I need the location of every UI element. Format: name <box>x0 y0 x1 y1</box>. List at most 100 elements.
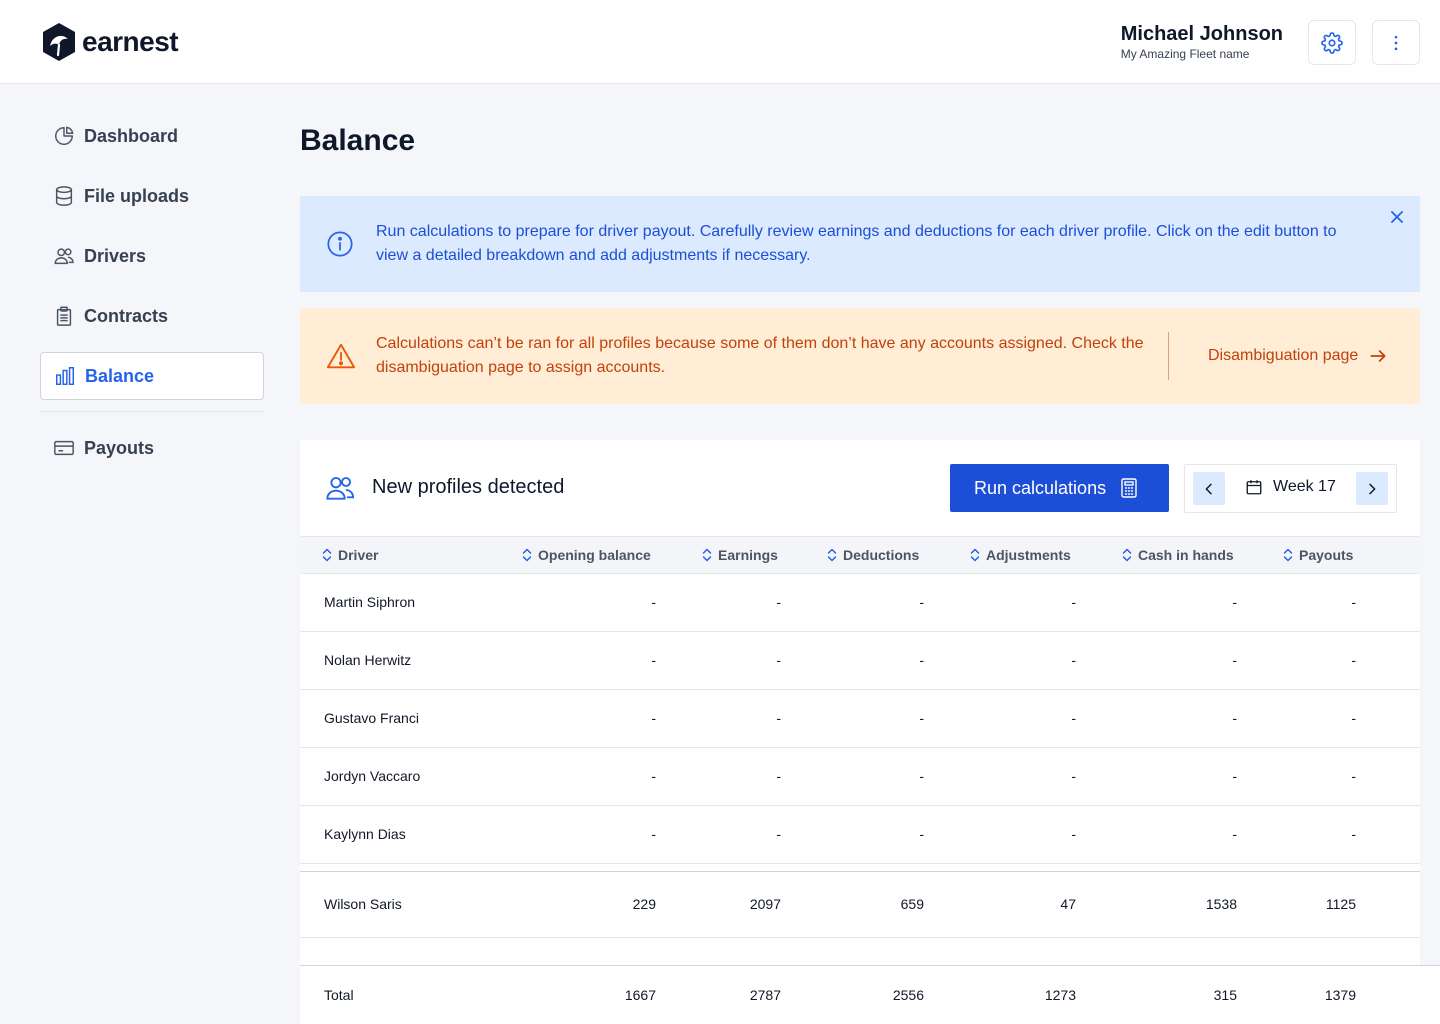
week-selector: Week 17 <box>1184 464 1397 513</box>
driver-name-cell: Kaylynn Dias <box>324 826 406 842</box>
sidebar-item-label: Payouts <box>84 437 155 458</box>
next-week-button[interactable] <box>1356 472 1388 505</box>
week-text: Week 17 <box>1273 478 1336 495</box>
sidebar-item-dashboard[interactable]: Dashboard <box>40 112 264 160</box>
table-row[interactable]: Nolan Herwitz - - - - - - <box>300 632 1420 690</box>
value-cell: - <box>919 710 924 726</box>
clipboard-icon <box>52 304 76 328</box>
column-header-label: Adjustments <box>986 547 1071 563</box>
value-cell: 229 <box>632 896 656 912</box>
sidebar-item-label: File uploads <box>84 185 190 206</box>
sort-icon <box>522 548 532 562</box>
run-calculations-label: Run calculations <box>974 477 1107 498</box>
previous-week-button[interactable] <box>1193 472 1225 505</box>
sidebar-item-label: Contracts <box>84 305 169 326</box>
value-cell: - <box>1351 768 1356 784</box>
value-cell: - <box>1351 826 1356 842</box>
value-cell: 659 <box>900 896 924 912</box>
value-cell: - <box>1071 652 1076 668</box>
sidebar-divider <box>40 411 264 412</box>
value-cell: - <box>1232 594 1237 610</box>
value-cell: 47 <box>1060 896 1076 912</box>
column-header[interactable]: Deductions <box>827 537 919 573</box>
value-cell: - <box>776 652 781 668</box>
brand-name: earnest <box>82 26 179 57</box>
table-row[interactable]: Kaylynn Dias - - - - - - <box>300 806 1420 864</box>
column-header[interactable]: Earnings <box>702 537 778 573</box>
disambiguation-link[interactable]: Disambiguation page <box>1208 344 1388 368</box>
sidebar-item-label: Dashboard <box>84 125 179 146</box>
pie-chart-icon <box>52 124 76 148</box>
sidebar-item-payouts[interactable]: Payouts <box>40 424 264 472</box>
column-header[interactable]: Payouts <box>1283 537 1353 573</box>
value-cell: - <box>919 594 924 610</box>
column-header[interactable]: Adjustments <box>970 537 1071 573</box>
value-cell: 2097 <box>749 896 781 912</box>
column-header[interactable]: Driver <box>322 537 378 573</box>
sidebar-item-label: Drivers <box>84 245 147 266</box>
column-header[interactable]: Opening balance <box>522 537 651 573</box>
brand-logo[interactable]: earnest <box>40 21 179 63</box>
table-row[interactable]: Wilson Saris 229 2097 659 47 1538 1125 <box>300 872 1420 938</box>
total-value: 2556 <box>892 987 924 1003</box>
value-cell: - <box>776 826 781 842</box>
column-header-label: Cash in hands <box>1138 547 1234 563</box>
card-title: New profiles detected <box>372 476 565 498</box>
sidebar-item-label: Balance <box>85 365 155 386</box>
table-row[interactable]: Jordyn Vaccaro - - - - - - <box>300 748 1420 806</box>
database-icon <box>52 184 76 208</box>
value-cell: - <box>651 826 656 842</box>
value-cell: - <box>1351 594 1356 610</box>
arrow-right-icon <box>1370 350 1386 362</box>
total-value: 1667 <box>624 987 656 1003</box>
total-value: 1273 <box>1044 987 1076 1003</box>
chevron-left-icon <box>1205 483 1212 494</box>
table-row[interactable]: Martin Siphron - - - - - - <box>300 574 1420 632</box>
users-icon <box>52 244 76 268</box>
gear-icon <box>1321 31 1343 54</box>
info-icon <box>326 230 354 263</box>
column-header-label: Driver <box>338 547 379 563</box>
fleet-name: My Amazing Fleet name <box>1120 47 1250 61</box>
driver-name-cell: Wilson Saris <box>324 896 402 912</box>
value-cell: - <box>1232 768 1237 784</box>
table-total-row: Total 1667 2787 2556 1273 315 1379 <box>300 965 1440 1024</box>
sidebar-item-file-uploads[interactable]: File uploads <box>40 172 264 220</box>
close-icon[interactable] <box>1390 210 1406 226</box>
column-header-label: Deductions <box>843 547 920 563</box>
sort-icon <box>702 548 712 562</box>
value-cell: - <box>651 594 656 610</box>
value-cell: - <box>651 768 656 784</box>
column-header-label: Payouts <box>1299 547 1354 563</box>
disambiguation-link-label: Disambiguation page <box>1208 347 1359 364</box>
user-name: Michael Johnson <box>1120 23 1283 45</box>
value-cell: - <box>1351 710 1356 726</box>
sidebar-item-balance[interactable]: Balance <box>40 352 264 400</box>
settings-button[interactable] <box>1308 20 1356 65</box>
bar-chart-icon <box>53 364 77 388</box>
value-cell: - <box>1351 652 1356 668</box>
page-title: Balance <box>300 124 416 157</box>
value-cell: - <box>1071 710 1076 726</box>
table-row[interactable]: Gustavo Franci - - - - - - <box>300 690 1420 748</box>
warning-divider <box>1168 332 1169 380</box>
sidebar-item-drivers[interactable]: Drivers <box>40 232 264 280</box>
total-label: Total <box>324 987 354 1003</box>
value-cell: - <box>919 826 924 842</box>
warning-icon <box>326 342 356 375</box>
sidebar-nav: Dashboard File uploads Drivers Contracts… <box>40 112 264 484</box>
value-cell: - <box>1071 768 1076 784</box>
value-cell: - <box>1232 710 1237 726</box>
run-calculations-button[interactable]: Run calculations <box>950 464 1169 512</box>
sidebar-item-contracts[interactable]: Contracts <box>40 292 264 340</box>
week-label[interactable]: Week 17 <box>1245 478 1336 496</box>
balance-card: New profiles detected Run calculations W… <box>300 440 1420 1024</box>
total-value: 315 <box>1213 987 1237 1003</box>
value-cell: - <box>776 594 781 610</box>
more-options-button[interactable] <box>1372 20 1420 65</box>
earnest-logo-icon <box>43 23 75 61</box>
calendar-icon <box>1246 480 1262 495</box>
column-header[interactable]: Cash in hands <box>1122 537 1234 573</box>
value-cell: 1125 <box>1325 896 1356 912</box>
warning-alert: Calculations can’t be ran for all profil… <box>300 308 1420 404</box>
